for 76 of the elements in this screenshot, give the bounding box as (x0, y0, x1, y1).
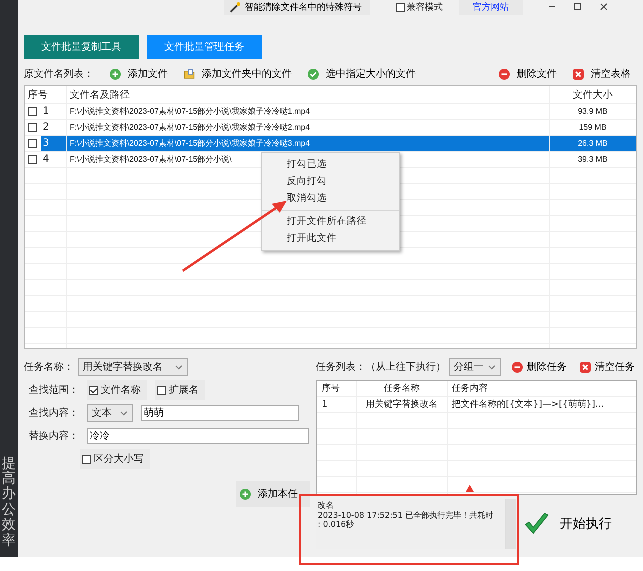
table-cell-text: 4 (42, 153, 50, 167)
close-icon[interactable] (599, 2, 609, 12)
chevron-down-icon (120, 410, 128, 416)
row-checkbox[interactable] (28, 107, 37, 116)
find-content-label: 查找内容： (29, 406, 79, 420)
row-checkbox[interactable] (28, 139, 37, 148)
plus-icon (240, 488, 251, 500)
menu-item[interactable]: 打开文件所在路径 (262, 210, 399, 230)
start-button[interactable]: 开始执行 (516, 499, 637, 549)
case-sensitive-checkbox[interactable]: 区分大小写 (80, 449, 150, 469)
x-icon (573, 68, 584, 80)
table-cell-text: 93.9 MB (577, 106, 609, 118)
triangle-marker (466, 485, 474, 492)
log-line: : 0.016秒 (318, 520, 356, 530)
task-name-dropdown[interactable]: 用关键字替换改名 (78, 358, 188, 376)
file-list-label: 原文件名列表： (24, 68, 94, 81)
task-toolbar-button[interactable]: 删除任务 (504, 360, 569, 374)
menu-item[interactable]: 打开此文件 (262, 230, 399, 247)
sidebar-slogan: 提高办公效率 (2, 456, 16, 549)
checkmark-icon (308, 68, 319, 80)
task-list-label: 任务列表：（从上往下执行） (316, 360, 446, 374)
toolbar-button[interactable]: 删除文件 (493, 67, 563, 81)
scope-checkbox[interactable]: 文件名称 (87, 380, 147, 400)
table-cell-text: 159 MB (578, 122, 608, 134)
folder-icon (184, 68, 195, 80)
group-dropdown[interactable]: 分组一 (449, 358, 501, 376)
chevron-down-icon (488, 364, 496, 370)
task-toolbar-button[interactable]: 清空任务 (572, 360, 637, 374)
table-cell: F:\小说推文资料\2023-07素材\07-15部分小说\我家娘子冷冷哒2.mp4 (67, 120, 550, 135)
toolbar-button[interactable]: 添加文件夹中的文件 (178, 67, 298, 81)
column-header: 文件名及路径 (67, 86, 550, 103)
table-cell: 26.3 MB (550, 136, 636, 151)
log-line: 改名 (318, 501, 335, 511)
x-icon (580, 362, 591, 372)
find-input-field[interactable]: 萌萌 (141, 405, 299, 421)
toolbar-button[interactable]: 清空表格 (567, 67, 637, 81)
wand-icon (230, 2, 241, 12)
row-checkbox[interactable] (28, 123, 37, 132)
table-cell: 3 (41, 136, 66, 151)
plus-icon (110, 68, 121, 80)
compat-mode-checkbox[interactable]: 兼容模式 (396, 0, 443, 14)
find-type-dropdown[interactable]: 文本 (87, 404, 133, 422)
column-header: 序号 (25, 86, 67, 103)
table-cell: F:\小说推文资料\2023-07素材\07-15部分小说\我家娘子冷冷哒1.mp4 (67, 104, 550, 119)
replace-input-field[interactable]: 冷冷 (87, 428, 309, 444)
column-header: 文件大小 (572, 88, 614, 102)
table-cell: 用关键字替换改名 (357, 397, 448, 412)
menu-item[interactable]: 反向打勾 (262, 173, 399, 190)
log-line: 2023-10-08 17:52:51 已全部执行完毕！共耗时 (318, 510, 495, 520)
column-header: 任务内容 (451, 382, 489, 396)
table-cell-text: 39.3 MB (577, 154, 609, 166)
official-site-link[interactable]: 官方网站 (459, 0, 523, 14)
replace-content-label: 替换内容： (29, 430, 79, 443)
table-cell: F:\小说推文资料\2023-07素材\07-15部分小说\我家娘子冷冷哒3.mp4 (67, 136, 550, 151)
maximize-icon[interactable] (573, 2, 583, 12)
scrollbar[interactable] (505, 499, 516, 549)
search-scope-label: 查找范围： (29, 384, 79, 397)
minus-icon (499, 68, 510, 80)
task-name-label: 任务名称： (24, 361, 74, 374)
row-checkbox[interactable] (28, 155, 37, 164)
checkmark-icon (524, 512, 550, 536)
scope-checkbox[interactable]: 扩展名 (155, 380, 205, 400)
table-cell-text: 2 (42, 121, 50, 135)
clean-symbols-button[interactable]: 智能清除文件名中的特殊符号 (224, 0, 370, 14)
column-header: 序号 (317, 381, 357, 396)
table-cell-text: 把文件名称的[{文本}]—>[{萌萌}]... (451, 398, 606, 412)
column-header: 任务名称 (357, 381, 448, 396)
toolbar-button[interactable]: 添加文件 (104, 67, 174, 81)
minus-icon (512, 362, 523, 372)
toolbar-button[interactable]: 选中指定大小的文件 (302, 67, 422, 81)
chevron-down-icon (175, 364, 183, 370)
menu-item[interactable]: 取消勾选 (262, 190, 399, 207)
table-cell: 1 (317, 397, 357, 412)
table-cell-text: 1 (42, 105, 50, 119)
add-task-button[interactable]: 添加本任 (236, 481, 310, 507)
tab[interactable]: 文件批量复制工具 (24, 35, 139, 59)
